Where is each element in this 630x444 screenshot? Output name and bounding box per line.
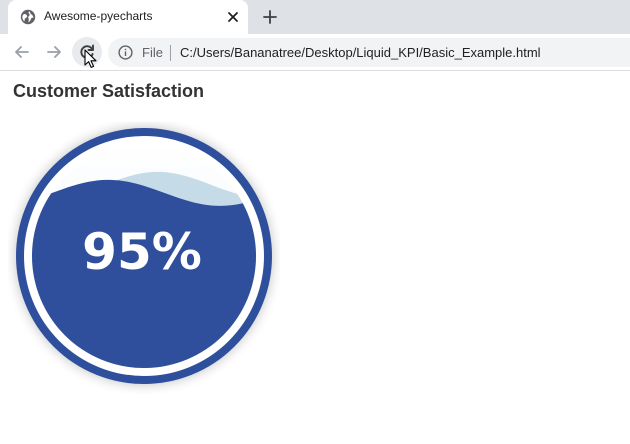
tab-strip: Awesome-pyecharts — [0, 0, 630, 34]
scheme-label: File — [142, 45, 163, 60]
page-title: Customer Satisfaction — [13, 81, 205, 101]
omnibox-divider — [170, 45, 171, 61]
liquid-fill-gauge: 95% — [16, 128, 272, 384]
mouse-cursor-icon — [84, 49, 97, 68]
arrow-right-icon[interactable] — [44, 42, 64, 62]
info-icon[interactable] — [118, 45, 133, 60]
tab-title: Awesome-pyecharts — [44, 9, 153, 23]
plus-icon[interactable] — [262, 9, 278, 25]
browser-tab[interactable]: Awesome-pyecharts — [8, 0, 248, 34]
url-text[interactable]: C:/Users/Bananatree/Desktop/Liquid_KPI/B… — [180, 45, 541, 60]
page-content: Customer Satisfaction 95% — [0, 72, 630, 444]
globe-icon — [20, 9, 36, 25]
arrow-left-icon[interactable] — [12, 42, 32, 62]
gauge-value-label: 95% — [82, 223, 202, 281]
address-bar[interactable]: File C:/Users/Bananatree/Desktop/Liquid_… — [108, 38, 630, 67]
close-icon[interactable] — [226, 10, 240, 24]
